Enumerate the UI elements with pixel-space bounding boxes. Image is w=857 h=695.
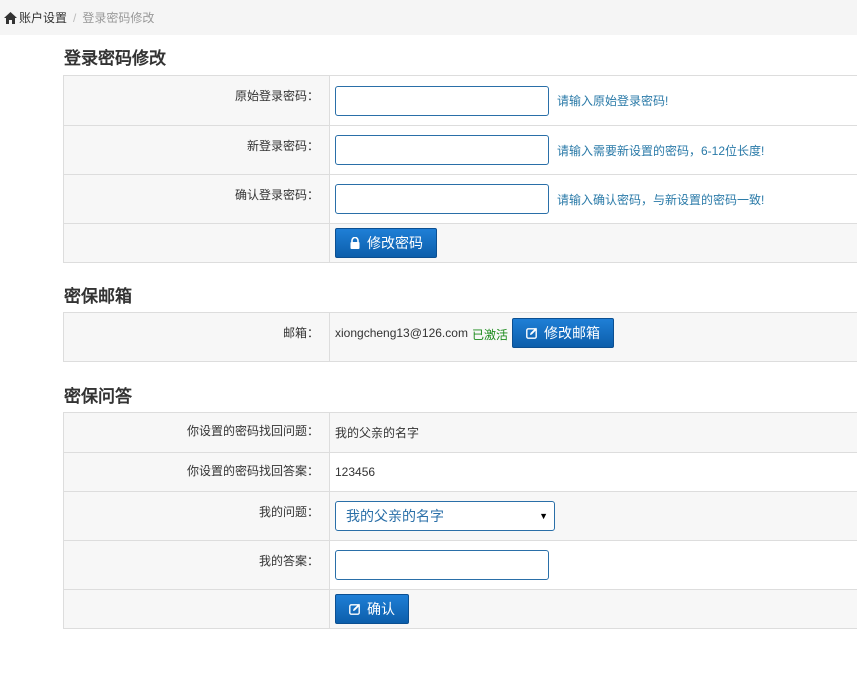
change-email-label: 修改邮箱 [543,325,600,341]
edit-icon [526,327,538,339]
new-password-hint: 请输入需要新设置的密码，6-12位长度! [557,143,765,158]
email-section-title: 密保邮箱 [64,287,132,306]
chevron-down-icon: ▼ [539,511,548,521]
email-status-badge: 已激活 [471,328,508,342]
breadcrumb-current: 登录密码修改 [82,11,155,25]
confirm-password-hint: 请输入确认密码，与新设置的密码一致! [557,192,765,207]
current-question-label: 你设置的密码找回问题： [64,413,330,452]
current-question-value: 我的父亲的名字 [335,426,420,440]
old-password-row: 原始登录密码： 请输入原始登录密码! [64,76,857,125]
confirm-label: 确认 [367,601,395,617]
new-password-row: 新登录密码： 请输入需要新设置的密码，6-12位长度! [64,125,857,174]
my-question-label: 我的问题： [64,492,330,540]
current-answer-row: 你设置的密码找回答案： 123456 [64,452,857,491]
edit-icon [349,603,361,615]
question-form: 你设置的密码找回问题： 我的父亲的名字 你设置的密码找回答案： 123456 我… [63,412,857,629]
breadcrumb-home[interactable]: 账户设置 [19,9,67,26]
my-answer-label: 我的答案： [64,541,330,589]
old-password-label: 原始登录密码： [64,76,330,125]
lock-icon [350,237,360,249]
question-section-title: 密保问答 [64,387,132,406]
my-answer-row: 我的答案： [64,540,857,589]
change-email-button[interactable]: 修改邮箱 [511,318,614,348]
breadcrumb-separator: / [73,10,77,25]
current-answer-value: 123456 [335,465,376,479]
email-row: 邮箱： xiongcheng13@126.com 已激活 修改邮箱 [64,313,857,361]
my-question-selected: 我的父亲的名字 [346,508,444,524]
email-form: 邮箱： xiongcheng13@126.com 已激活 修改邮箱 [63,312,857,362]
confirm-password-row: 确认登录密码： 请输入确认密码，与新设置的密码一致! [64,174,857,223]
password-submit-row: 修改密码 [64,223,857,262]
confirm-password-input[interactable] [335,184,549,214]
old-password-hint: 请输入原始登录密码! [557,94,669,108]
old-password-input[interactable] [335,85,549,116]
new-password-input[interactable] [335,135,549,165]
email-label: 邮箱： [64,313,330,361]
my-answer-input[interactable] [335,550,549,580]
question-submit-row: 确认 [64,589,857,628]
current-question-row: 你设置的密码找回问题： 我的父亲的名字 [64,413,857,452]
current-answer-label: 你设置的密码找回答案： [64,453,330,491]
confirm-password-label: 确认登录密码： [64,175,330,223]
home-icon[interactable] [4,11,17,24]
new-password-label: 新登录密码： [64,126,330,174]
password-section-title: 登录密码修改 [64,49,166,68]
confirm-button[interactable]: 确认 [335,594,409,624]
change-password-button[interactable]: 修改密码 [335,228,437,258]
password-form: 原始登录密码： 请输入原始登录密码! 新登录密码： 请输入需要新设置的密码，6-… [63,75,857,263]
breadcrumb: 账户设置 / 登录密码修改 [0,0,857,35]
my-question-select[interactable]: 我的父亲的名字 ▼ [335,501,555,531]
my-question-row: 我的问题： 我的父亲的名字 ▼ [64,491,857,540]
email-value: xiongcheng13@126.com [335,326,468,340]
change-password-label: 修改密码 [367,235,423,251]
